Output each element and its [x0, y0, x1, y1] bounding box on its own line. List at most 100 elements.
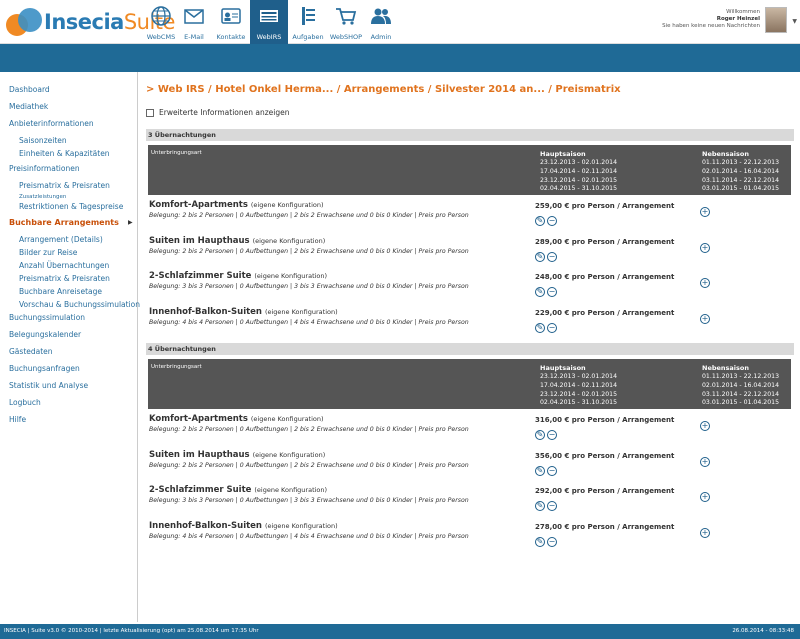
table-row: Suiten im Haupthaus (eigene Konfiguratio…: [149, 236, 789, 270]
edit-icon[interactable]: ✎: [535, 466, 545, 476]
sidebar-item-restriktionen[interactable]: Restriktionen & Tagespreise: [0, 201, 137, 214]
sidebar-item-zusatzleistungen[interactable]: Zusatzleistungen: [0, 193, 137, 201]
sidebar-item-dashboard[interactable]: Dashboard: [0, 84, 137, 101]
remove-icon[interactable]: −: [547, 466, 557, 476]
add-icon[interactable]: +: [700, 457, 710, 467]
nav-aufgaben[interactable]: Aufgaben: [289, 0, 327, 44]
price-hauptsaison: 278,00 € pro Person / Arrangement: [535, 523, 675, 531]
occupancy-info: Belegung: 2 bis 2 Personen | 0 Aufbettun…: [149, 212, 469, 219]
sidebar-item-saisonzeiten[interactable]: Saisonzeiten: [0, 135, 137, 148]
row-actions: ✎ −: [535, 466, 557, 476]
remove-icon[interactable]: −: [547, 430, 557, 440]
remove-icon[interactable]: −: [547, 501, 557, 511]
price-hauptsaison: 229,00 € pro Person / Arrangement: [535, 309, 675, 317]
avatar[interactable]: [765, 7, 787, 33]
sidebar-item-preismatrix[interactable]: Preismatrix & Preisraten: [0, 180, 137, 193]
remove-icon[interactable]: −: [547, 252, 557, 262]
price-hauptsaison: 289,00 € pro Person / Arrangement: [535, 238, 675, 246]
nav-kontakte[interactable]: Kontakte: [212, 0, 250, 44]
room-type: Innenhof-Balkon-Suiten (eigene Konfigura…: [149, 307, 789, 317]
room-type: 2-Schlafzimmer Suite (eigene Konfigurati…: [149, 271, 789, 281]
nav-webshop[interactable]: WebSHOP: [327, 0, 365, 44]
remove-icon[interactable]: −: [547, 287, 557, 297]
sidebar-item-einheiten[interactable]: Einheiten & Kapazitäten: [0, 148, 137, 161]
hauptsaison-date: 17.04.2014 - 02.11.2014: [540, 167, 618, 175]
room-type-name: Innenhof-Balkon-Suiten: [149, 521, 262, 531]
nav-email[interactable]: E-Mail: [175, 0, 213, 44]
row-actions: ✎ −: [535, 216, 557, 226]
occupancy-info: Belegung: 2 bis 2 Personen | 0 Aufbettun…: [149, 248, 469, 255]
cart-icon: [336, 8, 357, 25]
sidebar-item-belegungskalender[interactable]: Belegungskalender: [0, 329, 137, 346]
row-actions: ✎ −: [535, 430, 557, 440]
add-icon[interactable]: +: [700, 492, 710, 502]
sidebar-item-buchbare-arrangements[interactable]: Buchbare Arrangements ▶: [0, 217, 137, 234]
edit-icon[interactable]: ✎: [535, 323, 545, 333]
users-icon: [371, 8, 391, 24]
sidebar-item-preismatrix-arrangement[interactable]: Preismatrix & Preisraten: [0, 273, 137, 286]
remove-icon[interactable]: −: [547, 537, 557, 547]
sidebar-item-vorschau[interactable]: Vorschau & Buchungssimulation: [0, 299, 140, 312]
sidebar-item-gaestedaten[interactable]: Gästedaten: [0, 346, 137, 363]
column-nebensaison: Nebensaison 01.11.2013 - 22.12.2013 02.0…: [702, 364, 779, 408]
nav-webirs[interactable]: WebIRS: [250, 0, 288, 44]
edit-icon[interactable]: ✎: [535, 252, 545, 262]
extended-info-toggle[interactable]: Erweiterte Informationen anzeigen: [146, 108, 290, 117]
sidebar-item-buchungssimulation[interactable]: Buchungssimulation: [0, 312, 137, 329]
room-type-name: Suiten im Haupthaus: [149, 236, 250, 246]
edit-icon[interactable]: ✎: [535, 537, 545, 547]
breadcrumb[interactable]: > Web IRS / Hotel Onkel Herma... / Arran…: [146, 84, 621, 95]
table-row: Innenhof-Balkon-Suiten (eigene Konfigura…: [149, 521, 789, 555]
table-row: 2-Schlafzimmer Suite (eigene Konfigurati…: [149, 271, 789, 305]
remove-icon[interactable]: −: [547, 216, 557, 226]
sidebar-item-anbieterinformationen[interactable]: Anbieterinformationen: [0, 118, 137, 135]
edit-icon[interactable]: ✎: [535, 287, 545, 297]
room-type: 2-Schlafzimmer Suite (eigene Konfigurati…: [149, 485, 789, 495]
price-hauptsaison: 248,00 € pro Person / Arrangement: [535, 273, 675, 281]
nebensaison-date: 01.11.2013 - 22.12.2013: [702, 159, 780, 166]
room-type-name: Komfort-Apartments: [149, 200, 248, 210]
row-actions: ✎ −: [535, 252, 557, 262]
main-content: > Web IRS / Hotel Onkel Herma... / Arran…: [144, 72, 794, 622]
nav-admin[interactable]: Admin: [362, 0, 400, 44]
sidebar-item-anreisetage[interactable]: Buchbare Anreisetage: [0, 286, 137, 299]
sidebar-item-statistik[interactable]: Statistik und Analyse: [0, 380, 137, 397]
add-icon[interactable]: +: [700, 421, 710, 431]
sidebar-item-mediathek[interactable]: Mediathek: [0, 101, 137, 118]
add-icon[interactable]: +: [700, 243, 710, 253]
remove-icon[interactable]: −: [547, 323, 557, 333]
user-name[interactable]: Roger Heinzel: [662, 16, 760, 23]
extended-info-checkbox[interactable]: [146, 108, 154, 117]
room-type-name: 2-Schlafzimmer Suite: [149, 485, 252, 495]
add-icon[interactable]: +: [700, 314, 710, 324]
hauptsaison-date: 23.12.2013 - 02.01.2014: [540, 159, 618, 166]
edit-icon[interactable]: ✎: [535, 430, 545, 440]
sidebar-item-arrangement-details[interactable]: Arrangement (Details): [0, 234, 137, 247]
add-icon[interactable]: +: [700, 207, 710, 217]
sidebar-item-logbuch[interactable]: Logbuch: [0, 397, 137, 414]
sidebar-item-hilfe[interactable]: Hilfe: [0, 414, 137, 431]
nebensaison-date: 03.11.2014 - 22.12.2014: [702, 390, 780, 398]
user-messages[interactable]: Sie haben keine neuen Nachrichten: [662, 23, 760, 30]
section-3-nights: 3 Übernachtungen Unterbringungsart Haupt…: [146, 129, 794, 195]
user-info: Willkommen Roger Heinzel Sie haben keine…: [662, 9, 760, 30]
section-title: 4 Übernachtungen: [146, 343, 794, 355]
price-hauptsaison: 292,00 € pro Person / Arrangement: [535, 487, 675, 495]
room-type-name: 2-Schlafzimmer Suite: [149, 271, 252, 281]
sidebar-item-preisinformationen[interactable]: Preisinformationen: [0, 163, 137, 180]
logo-mark-icon: [6, 8, 42, 36]
add-icon[interactable]: +: [700, 528, 710, 538]
edit-icon[interactable]: ✎: [535, 216, 545, 226]
nav-kontakte-label: Kontakte: [216, 33, 246, 41]
add-icon[interactable]: +: [700, 278, 710, 288]
table-row: Komfort-Apartments (eigene Konfiguration…: [149, 200, 789, 234]
sidebar-item-buchungsanfragen[interactable]: Buchungsanfragen: [0, 363, 137, 380]
room-type: Innenhof-Balkon-Suiten (eigene Konfigura…: [149, 521, 789, 531]
nav-webirs-label: WebIRS: [256, 33, 282, 41]
footer-info: INSECIA | Suite v3.0 © 2010-2014 | letzt…: [4, 628, 259, 634]
chevron-right-icon: ▶: [128, 219, 133, 226]
user-menu-caret-icon[interactable]: ▼: [792, 18, 797, 25]
sidebar-item-anzahl-uebernachtungen[interactable]: Anzahl Übernachtungen: [0, 260, 137, 273]
sidebar-item-bilder[interactable]: Bilder zur Reise: [0, 247, 137, 260]
edit-icon[interactable]: ✎: [535, 501, 545, 511]
